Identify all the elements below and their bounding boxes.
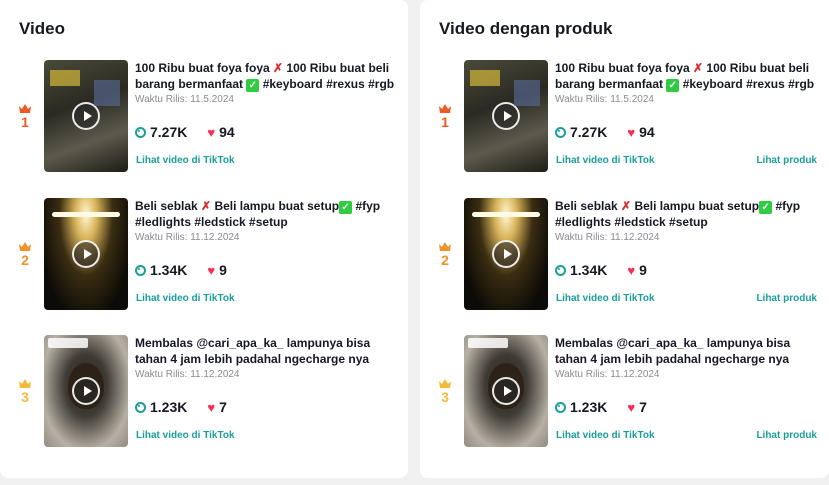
crown-icon [439,379,451,388]
cross-mark-icon: ✗ [693,61,704,75]
check-mark-icon: ✓ [246,79,260,92]
view-count: 7.27K [570,124,608,140]
release-date: Waktu Rilis: 11.12.2024 [135,232,240,243]
view-on-tiktok-link[interactable]: Lihat video di TikTok [136,430,235,441]
heart-icon: ♥ [207,262,216,278]
like-count: 94 [639,124,655,140]
view-count: 7.27K [150,124,188,140]
rank-number: 2 [21,252,29,268]
crown-icon [19,242,31,251]
check-mark-icon: ✓ [759,201,773,214]
view-product-link[interactable]: Lihat produk [756,155,817,166]
video-row: 3 Membalas @cari_apa_ka_ lampunya bisa t… [0,335,408,449]
cross-mark-icon: ✗ [273,61,284,75]
view-product-link[interactable]: Lihat produk [756,293,817,304]
play-icon[interactable] [72,102,100,130]
play-icon[interactable] [492,102,520,130]
video-thumbnail[interactable] [464,198,548,310]
video-with-product-panel: Video dengan produk 1 100 Ribu buat foya… [420,0,829,478]
eye-icon [555,264,566,276]
video-thumbnail[interactable] [464,335,548,447]
video-thumbnail[interactable] [464,60,548,172]
video-caption: Beli seblak ✗ Beli lampu buat setup ✓ #fy… [135,199,381,229]
like-count: 9 [639,262,647,278]
video-thumbnail[interactable] [44,60,128,172]
heart-icon: ♥ [207,399,216,415]
view-on-tiktok-link[interactable]: Lihat video di TikTok [136,155,235,166]
view-count: 1.23K [150,399,188,415]
heart-icon: ♥ [627,124,636,140]
panel-title: Video dengan produk [439,19,613,38]
crown-icon [439,242,451,251]
rank-number: 3 [441,389,449,405]
release-date: Waktu Rilis: 11.5.2024 [135,94,234,105]
cross-mark-icon: ✗ [621,199,632,213]
release-date: Waktu Rilis: 11.5.2024 [555,94,654,105]
release-date: Waktu Rilis: 11.12.2024 [555,369,660,380]
video-row: 2 Beli seblak ✗ Beli lampu buat setup ✓ #… [420,198,829,312]
eye-icon [135,401,146,413]
video-row: 1 100 Ribu buat foya foya ✗ 100 Ribu bua… [420,60,829,174]
rank-badge: 1 [15,104,35,130]
rank-number: 3 [21,389,29,405]
heart-icon: ♥ [207,124,216,140]
video-row: 2 Beli seblak ✗ Beli lampu buat setup ✓ #… [0,198,408,312]
eye-icon [135,126,146,138]
play-icon[interactable] [492,240,520,268]
play-icon[interactable] [492,377,520,405]
video-caption: 100 Ribu buat foya foya ✗ 100 Ribu buat … [555,61,815,92]
rank-badge: 3 [435,379,455,405]
release-date: Waktu Rilis: 11.12.2024 [135,369,240,380]
view-count: 1.34K [150,262,188,278]
video-thumbnail[interactable] [44,198,128,310]
like-count: 94 [219,124,235,140]
eye-icon [135,264,146,276]
view-on-tiktok-link[interactable]: Lihat video di TikTok [136,293,235,304]
check-mark-icon: ✓ [666,79,680,92]
rank-number: 1 [21,114,29,130]
view-count: 1.34K [570,262,608,278]
video-row: 1 100 Ribu buat foya foya ✗ 100 Ribu bua… [0,60,408,174]
crown-icon [439,104,451,113]
video-caption: Membalas @cari_apa_ka_ lampunya bisa tah… [555,336,791,366]
heart-icon: ♥ [627,262,636,278]
video-caption: Beli seblak ✗ Beli lampu buat setup ✓ #fy… [555,199,801,229]
like-count: 7 [219,399,227,415]
play-icon[interactable] [72,377,100,405]
eye-icon [555,401,566,413]
heart-icon: ♥ [627,399,636,415]
rank-badge: 2 [15,242,35,268]
like-count: 9 [219,262,227,278]
video-panel: Video 1 100 Ribu buat foya foya ✗ 100 Ri… [0,0,408,478]
video-row: 3 Membalas @cari_apa_ka_ lampunya bisa t… [420,335,829,449]
view-count: 1.23K [570,399,608,415]
rank-badge: 1 [435,104,455,130]
play-icon[interactable] [72,240,100,268]
release-date: Waktu Rilis: 11.12.2024 [555,232,660,243]
rank-badge: 2 [435,242,455,268]
view-on-tiktok-link[interactable]: Lihat video di TikTok [556,430,655,441]
rank-badge: 3 [15,379,35,405]
like-count: 7 [639,399,647,415]
view-on-tiktok-link[interactable]: Lihat video di TikTok [556,293,655,304]
video-caption: Membalas @cari_apa_ka_ lampunya bisa tah… [135,336,371,366]
rank-number: 1 [441,114,449,130]
view-product-link[interactable]: Lihat produk [756,430,817,441]
crown-icon [19,104,31,113]
check-mark-icon: ✓ [339,201,353,214]
crown-icon [19,379,31,388]
video-thumbnail[interactable] [44,335,128,447]
view-on-tiktok-link[interactable]: Lihat video di TikTok [556,155,655,166]
video-caption: 100 Ribu buat foya foya ✗ 100 Ribu buat … [135,61,395,92]
cross-mark-icon: ✗ [201,199,212,213]
rank-number: 2 [441,252,449,268]
panel-title: Video [19,19,65,38]
eye-icon [555,126,566,138]
